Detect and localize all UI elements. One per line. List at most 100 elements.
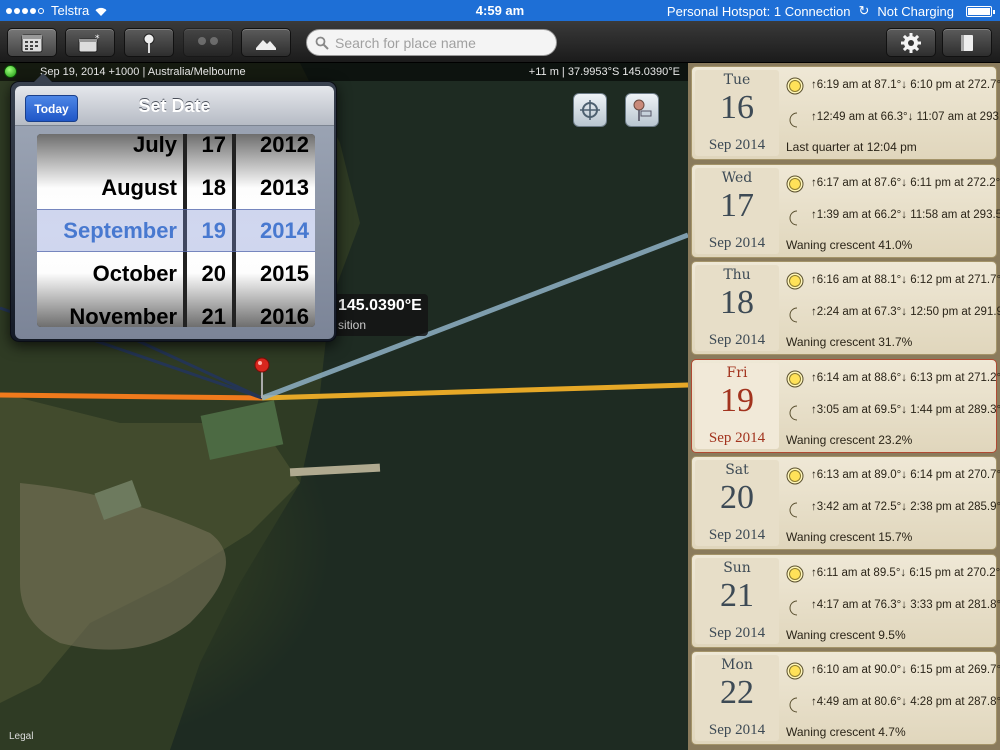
sun-rise-set: ↑6:13 am at 89.0°↓ 6:14 pm at 270.7° <box>811 469 1000 481</box>
day-row[interactable]: Thu 18 Sep 2014 ↑6:16 am at 88.1°↓ 6:12 pm … <box>691 261 1000 355</box>
moon-phase: Waning crescent 31.7% <box>786 335 913 349</box>
search-field[interactable] <box>306 29 557 56</box>
year-wheel[interactable]: 2012 2013 2014 2015 2016 <box>236 134 315 327</box>
day-option[interactable]: 20 <box>187 252 226 295</box>
month-option-selected[interactable]: September <box>37 209 177 252</box>
pin-icon <box>143 33 155 53</box>
day-number: 17 <box>720 186 754 224</box>
pin-flag-icon <box>633 99 652 121</box>
day-row-selected[interactable]: Fri 19 Sep 2014 ↑6:14 am at 88.6°↓ 6:13 pm … <box>691 358 1000 453</box>
day-row[interactable]: Tue 16 Sep 2014 ↑6:19 am at 87.1°↓ 6:10 pm … <box>691 66 1000 160</box>
moon-phase: Waning crescent 4.7% <box>786 725 906 739</box>
moon-icon <box>786 306 804 329</box>
day-month-year: Sep 2014 <box>708 624 766 641</box>
day-month-year: Sep 2014 <box>708 234 766 251</box>
moon-icon <box>786 209 804 232</box>
popover-body: July August September October November 1… <box>15 126 334 339</box>
month-option[interactable]: October <box>37 252 177 295</box>
legal-link[interactable]: Legal <box>9 731 33 742</box>
day-month-year: Sep 2014 <box>708 332 766 348</box>
moon-rise-set: ↑3:42 am at 72.5°↓ 2:38 pm at 285.9° <box>811 501 1000 513</box>
day-date-block: Sun 21 Sep 2014 <box>695 557 779 644</box>
day-row[interactable]: Sat 20 Sep 2014 ↑6:13 am at 89.0°↓ 6:14 pm … <box>691 456 1000 550</box>
day-date-block: Wed 17 Sep 2014 <box>695 167 779 254</box>
pins-button[interactable] <box>183 28 233 57</box>
year-option[interactable]: 2012 <box>236 134 309 166</box>
year-option[interactable]: 2013 <box>236 166 309 209</box>
time-button[interactable]: * <box>65 28 115 57</box>
sun-icon <box>786 565 804 588</box>
day-option-selected[interactable]: 19 <box>187 209 226 252</box>
moon-rise-set: ↑4:17 am at 76.3°↓ 3:33 pm at 281.8° <box>811 598 1000 611</box>
month-option[interactable]: July <box>37 134 177 166</box>
status-right: Personal Hotspot: 1 Connection ↻ Not Cha… <box>666 3 995 19</box>
time-icon: * <box>78 34 100 52</box>
drop-pin-button[interactable] <box>625 93 659 127</box>
day-weekday: Mon <box>721 657 753 673</box>
callout-coordinate: 145.0390°E <box>338 297 422 314</box>
month-option[interactable]: August <box>37 166 177 209</box>
search-input[interactable] <box>335 34 545 51</box>
sun-icon <box>786 175 804 198</box>
moon-rise-set: ↑1:39 am at 66.2°↓ 11:58 am at 293.5° <box>811 208 1000 221</box>
day-option[interactable]: 17 <box>187 134 226 166</box>
horizon-icon <box>256 39 276 50</box>
sun-rise-set: ↑6:14 am at 88.6°↓ 6:13 pm at 271.2° <box>811 371 1000 384</box>
day-number: 16 <box>720 89 754 126</box>
horizon-button[interactable] <box>241 28 291 57</box>
locate-button[interactable] <box>573 93 607 127</box>
day-weekday: Sun <box>723 559 751 576</box>
app-root: Telstra 4:59 am Personal Hotspot: 1 Conn… <box>0 0 1000 750</box>
calendar-icon <box>21 34 43 52</box>
toolbar: * <box>0 21 1000 63</box>
sun-rise-set: ↑6:11 am at 89.5°↓ 6:15 pm at 270.2° <box>811 566 1000 579</box>
day-month-year: Sep 2014 <box>708 722 766 738</box>
calendar-button[interactable] <box>7 28 57 57</box>
day-number: 18 <box>720 284 754 321</box>
month-option[interactable]: November <box>37 295 177 327</box>
day-wheel[interactable]: 17 18 19 20 21 <box>187 134 232 327</box>
month-wheel[interactable]: July August September October November <box>37 134 183 327</box>
moon-phase: Waning crescent 15.7% <box>786 530 913 544</box>
gear-icon <box>901 32 921 53</box>
date-wheels: July August September October November 1… <box>37 134 315 327</box>
map-date-timezone: Sep 19, 2014 +1000 | Australia/Melbourne <box>40 66 246 78</box>
info-book-button[interactable] <box>942 28 992 57</box>
moon-icon <box>786 111 804 134</box>
sun-icon <box>786 77 804 100</box>
day-month-year: Sep 2014 <box>708 137 766 153</box>
map-elevation-coordinates: +11 m | 37.9953°S 145.0390°E <box>528 66 680 78</box>
crosshair-icon <box>580 100 600 120</box>
status-indicator-dot <box>4 65 17 78</box>
today-button[interactable]: Today <box>25 95 78 122</box>
day-weekday: Tue <box>723 72 751 88</box>
sun-icon <box>786 370 804 393</box>
settings-button[interactable] <box>886 28 936 57</box>
battery-icon <box>966 5 995 17</box>
day-date-block: Sat 20 Sep 2014 <box>695 460 779 546</box>
day-weekday: Sat <box>725 462 749 478</box>
hotspot-label: Personal Hotspot: 1 Connection <box>666 3 851 19</box>
moon-icon <box>786 696 804 719</box>
day-date-block: Tue 16 Sep 2014 <box>695 70 779 156</box>
day-row[interactable]: Sun 21 Sep 2014 ↑6:11 am at 89.5°↓ 6:15 pm … <box>691 553 1000 648</box>
pin-button[interactable] <box>124 28 174 57</box>
day-month-year: Sep 2014 <box>708 527 766 543</box>
day-weekday: Wed <box>721 169 753 186</box>
day-row[interactable]: Mon 22 Sep 2014 ↑6:10 am at 90.0°↓ 6:15 pm … <box>691 651 1000 745</box>
year-option[interactable]: 2015 <box>236 252 309 295</box>
map-info-bar: Sep 19, 2014 +1000 | Australia/Melbourne… <box>0 63 688 81</box>
book-icon <box>961 34 973 51</box>
day-row[interactable]: Wed 17 Sep 2014 ↑6:17 am at 87.6°↓ 6:11 pm … <box>691 163 1000 258</box>
search-icon <box>315 36 329 50</box>
day-option[interactable]: 18 <box>187 166 226 209</box>
year-option-selected[interactable]: 2014 <box>236 209 309 252</box>
year-option[interactable]: 2016 <box>236 295 309 327</box>
day-number: 20 <box>720 479 754 516</box>
day-option[interactable]: 21 <box>187 295 226 327</box>
day-date-block: Mon 22 Sep 2014 <box>695 655 779 741</box>
sun-icon <box>786 272 804 295</box>
day-list: Tue 16 Sep 2014 ↑6:19 am at 87.1°↓ 6:10 pm … <box>688 63 1000 750</box>
moon-phase: Waning crescent 9.5% <box>786 627 906 642</box>
moon-icon <box>786 404 804 427</box>
